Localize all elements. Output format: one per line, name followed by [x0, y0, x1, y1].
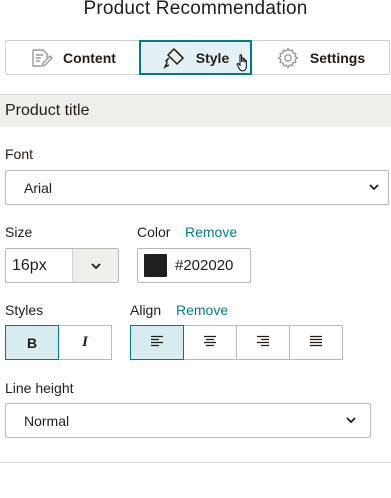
align-center-icon [203, 334, 217, 352]
section-divider [0, 462, 391, 463]
size-select[interactable]: 16px [5, 248, 119, 283]
line-height-label: Line height [5, 380, 74, 396]
section-title: Product title [5, 102, 90, 119]
align-left-button[interactable] [130, 325, 184, 360]
align-label: Align [130, 302, 162, 318]
size-value: 16px [12, 256, 47, 274]
panel-title: Product Recommendation [83, 0, 308, 19]
font-label: Font [5, 146, 34, 162]
gear-icon [276, 46, 300, 70]
tab-settings-label: Settings [309, 49, 366, 66]
line-height-select[interactable]: Normal [5, 403, 371, 438]
paint-brush-icon [162, 46, 186, 70]
font-select[interactable]: Arial [5, 170, 389, 205]
color-label: Color [137, 224, 171, 240]
color-value: #202020 [175, 257, 234, 274]
italic-button[interactable]: I [58, 325, 112, 360]
edit-document-icon [29, 46, 54, 70]
align-right-button[interactable] [236, 325, 290, 360]
editor-tabs: Content Style Settings [5, 40, 390, 75]
tab-content-label: Content [63, 49, 116, 66]
color-remove-link[interactable]: Remove [185, 224, 237, 240]
section-header[interactable]: Product title [0, 94, 391, 127]
tab-style-label: Style [195, 49, 230, 66]
bold-icon: B [26, 334, 38, 351]
styles-label: Styles [5, 302, 44, 318]
chevron-down-icon [346, 416, 356, 426]
bold-button[interactable]: B [5, 325, 59, 360]
size-dropdown-button[interactable] [72, 249, 118, 282]
align-right-icon [256, 334, 270, 352]
color-swatch[interactable] [144, 254, 167, 277]
italic-icon: I [82, 334, 88, 350]
align-justify-icon [309, 334, 323, 352]
tab-settings[interactable]: Settings [251, 40, 390, 75]
align-justify-button[interactable] [289, 325, 343, 360]
font-select-value: Arial [24, 179, 53, 196]
hand-cursor-icon [236, 53, 250, 73]
align-left-icon [150, 334, 164, 352]
chevron-down-icon [90, 257, 101, 275]
align-remove-link[interactable]: Remove [176, 302, 228, 318]
align-center-button[interactable] [183, 325, 237, 360]
line-height-value: Normal [24, 412, 70, 429]
align-button-group [130, 325, 343, 360]
size-label: Size [5, 224, 33, 240]
color-picker[interactable]: #202020 [137, 248, 251, 283]
chevron-down-icon [369, 183, 379, 193]
tab-content[interactable]: Content [5, 40, 140, 75]
styles-button-group: B I [5, 325, 112, 360]
